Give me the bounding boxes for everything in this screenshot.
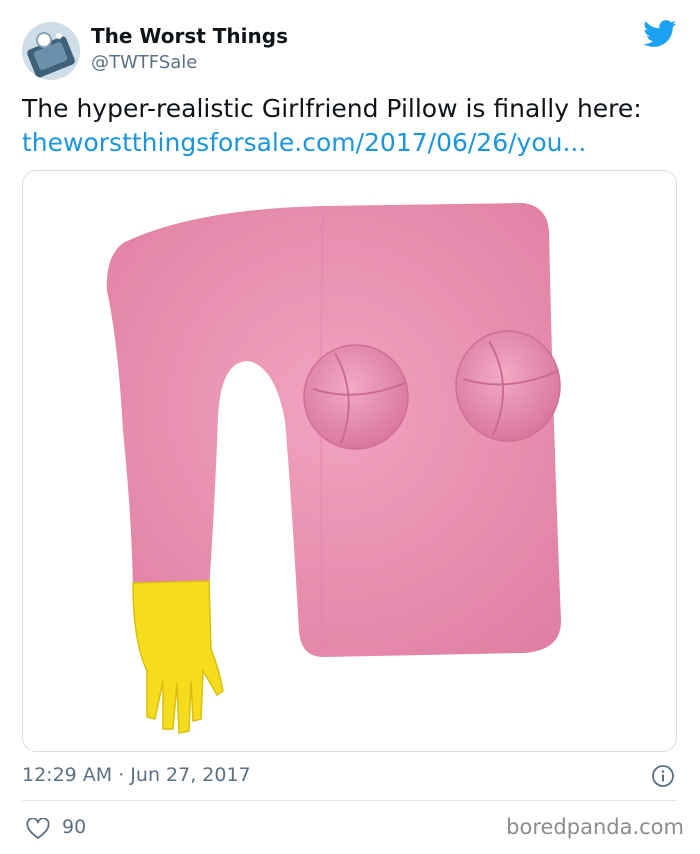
- display-name[interactable]: The Worst Things: [91, 24, 288, 48]
- watermark: boredpanda.com: [506, 815, 684, 839]
- info-icon[interactable]: [651, 764, 675, 788]
- twitter-bird-icon[interactable]: [643, 20, 677, 48]
- divider: [22, 800, 676, 801]
- tweet-timestamp[interactable]: 12:29 AM · Jun 27, 2017: [22, 764, 251, 786]
- girlfriend-pillow-image: [106, 203, 562, 734]
- avatar[interactable]: [22, 22, 80, 80]
- heart-icon[interactable]: [26, 818, 50, 840]
- avatar-image: [22, 22, 80, 80]
- tweet-text: The hyper-realistic Girlfriend Pillow is…: [22, 92, 682, 160]
- tweet-link[interactable]: theworstthingsforsale.com/2017/06/26/you…: [22, 126, 682, 160]
- tweet-body: The hyper-realistic Girlfriend Pillow is…: [22, 94, 642, 123]
- user-handle[interactable]: @TWTFSale: [91, 52, 197, 73]
- like-count: 90: [62, 816, 87, 838]
- tweet-media[interactable]: [22, 170, 677, 752]
